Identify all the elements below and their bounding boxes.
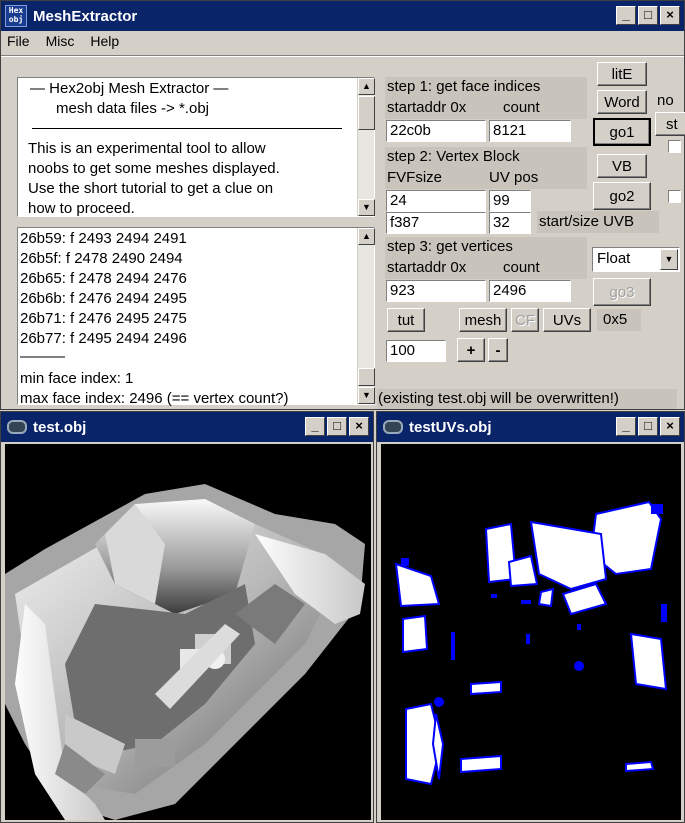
menu-file[interactable]: File (7, 33, 30, 49)
scroll-thumb[interactable] (358, 368, 375, 386)
fvf-size-input[interactable]: 24 (386, 190, 486, 212)
menu-bar: File Misc Help (7, 33, 119, 49)
step1-addr-label: startaddr 0x (387, 99, 467, 116)
step1-title: step 1: get face indices (387, 78, 541, 95)
log-line: max face index: 2496 (== vertex count?) (20, 390, 289, 407)
side-checkbox-1[interactable] (668, 140, 681, 153)
info-line: This is an experimental tool to allow (28, 140, 266, 157)
log-line: 26b71: f 2476 2495 2475 (20, 310, 187, 327)
minus-button[interactable]: - (488, 338, 508, 362)
vertex-type-select[interactable]: Float ▼ (592, 247, 680, 272)
step1-addr-input[interactable]: 22c0b (386, 120, 486, 142)
step3-addr-input[interactable]: 923 (386, 280, 486, 302)
uvb-size-input[interactable]: 32 (489, 212, 531, 234)
cf-button[interactable]: CF (511, 308, 539, 332)
info-scrollbar[interactable]: ▲ ▼ (357, 78, 375, 216)
app-icon: Hex obj (5, 5, 27, 27)
maximize-button[interactable]: □ (327, 417, 347, 436)
vb-button[interactable]: VB (597, 154, 647, 178)
scroll-up-icon[interactable]: ▲ (358, 78, 375, 95)
test-uvs-title: testUVs.obj (409, 418, 492, 436)
test-uvs-titlebar[interactable]: testUVs.obj _ □ × (377, 412, 684, 442)
chevron-down-icon[interactable]: ▼ (660, 249, 678, 270)
step2-fvf-label: FVFsize (387, 169, 443, 186)
vertex-type-value: Float (597, 250, 631, 267)
log-line: 26b5f: f 2478 2490 2494 (20, 250, 183, 267)
step1-count-label: count (503, 99, 540, 116)
side-label-top: no (657, 92, 674, 109)
log-line: 26b65: f 2478 2494 2476 (20, 270, 187, 287)
window-icon (7, 420, 27, 434)
go1-button[interactable]: go1 (593, 118, 651, 146)
scroll-down-icon[interactable]: ▼ (358, 199, 375, 216)
step3-count-input[interactable]: 2496 (489, 280, 571, 302)
minimize-button[interactable]: _ (305, 417, 325, 436)
uvs-button[interactable]: UVs (543, 308, 591, 332)
log-line: min face index: 1 (20, 370, 134, 387)
log-scrollbar[interactable]: ▲ ▼ (357, 228, 375, 404)
minimize-button[interactable]: _ (616, 6, 636, 25)
step2-title: step 2: Vertex Block (387, 148, 520, 165)
step3-title: step 3: get vertices (387, 238, 513, 255)
info-title-line: — Hex2obj Mesh Extractor — (30, 80, 229, 97)
scroll-down-icon[interactable]: ▼ (358, 387, 375, 404)
plus-button[interactable]: + (457, 338, 485, 362)
uvb-start-input[interactable]: f387 (386, 212, 486, 234)
test-obj-title: test.obj (33, 418, 87, 436)
log-line: 26b77: f 2495 2494 2496 (20, 330, 187, 347)
close-button[interactable]: × (349, 417, 369, 436)
minimize-button[interactable]: _ (616, 417, 636, 436)
mesh-viewport[interactable] (5, 444, 371, 820)
go3-button[interactable]: go3 (593, 278, 651, 306)
menu-misc[interactable]: Misc (46, 33, 75, 49)
tut-button[interactable]: tut (387, 308, 425, 332)
log-line: 26b59: f 2493 2494 2491 (20, 230, 187, 247)
log-textbox[interactable]: 26b59: f 2493 2494 2491 26b5f: f 2478 24… (17, 227, 375, 407)
menu-separator (1, 55, 684, 57)
uvb-label: start/size UVB (539, 213, 635, 230)
close-button[interactable]: × (660, 6, 680, 25)
side-checkbox-2[interactable] (668, 190, 681, 203)
main-window-title: MeshExtractor (33, 7, 138, 25)
main-window: Hex obj MeshExtractor _ □ × File Misc He… (0, 0, 685, 410)
maximize-button[interactable]: □ (638, 417, 658, 436)
info-textbox[interactable]: — Hex2obj Mesh Extractor — mesh data fil… (17, 77, 375, 217)
lite-button[interactable]: litE (597, 62, 647, 86)
window-icon (383, 420, 403, 434)
info-line: noobs to get some meshes displayed. (28, 160, 280, 177)
uv-viewport[interactable] (381, 444, 681, 820)
info-line: Use the short tutorial to get a clue on (28, 180, 274, 197)
uv-pos-input[interactable]: 99 (489, 190, 531, 212)
word-button[interactable]: Word (597, 90, 647, 114)
side-button[interactable]: st (655, 112, 685, 136)
status-text: (existing test.obj will be overwritten!) (378, 390, 619, 407)
info-divider (32, 128, 342, 129)
scroll-up-icon[interactable]: ▲ (358, 228, 375, 245)
mesh-button[interactable]: mesh (459, 308, 507, 332)
maximize-button[interactable]: □ (638, 6, 658, 25)
mesh-render (5, 484, 365, 820)
uv-render (394, 500, 668, 786)
hex-label: 0x5 (603, 311, 628, 328)
zoom-input[interactable]: 100 (386, 340, 446, 362)
step2-uvpos-label: UV pos (489, 169, 539, 186)
main-titlebar[interactable]: Hex obj MeshExtractor _ □ × (1, 1, 684, 31)
log-line: ——— (20, 348, 65, 365)
test-uvs-window: testUVs.obj _ □ × (376, 411, 685, 823)
info-subtitle-line: mesh data files -> *.obj (56, 100, 209, 117)
step1-count-input[interactable]: 8121 (489, 120, 571, 142)
scroll-thumb[interactable] (358, 96, 375, 130)
info-line: how to proceed. (28, 200, 135, 217)
step3-addr-label: startaddr 0x (387, 259, 467, 276)
log-line: 26b6b: f 2476 2494 2495 (20, 290, 187, 307)
test-obj-window: test.obj _ □ × (0, 411, 374, 823)
step3-count-label: count (503, 259, 540, 276)
go2-button[interactable]: go2 (593, 182, 651, 210)
close-button[interactable]: × (660, 417, 680, 436)
menu-help[interactable]: Help (90, 33, 119, 49)
test-obj-titlebar[interactable]: test.obj _ □ × (1, 412, 373, 442)
